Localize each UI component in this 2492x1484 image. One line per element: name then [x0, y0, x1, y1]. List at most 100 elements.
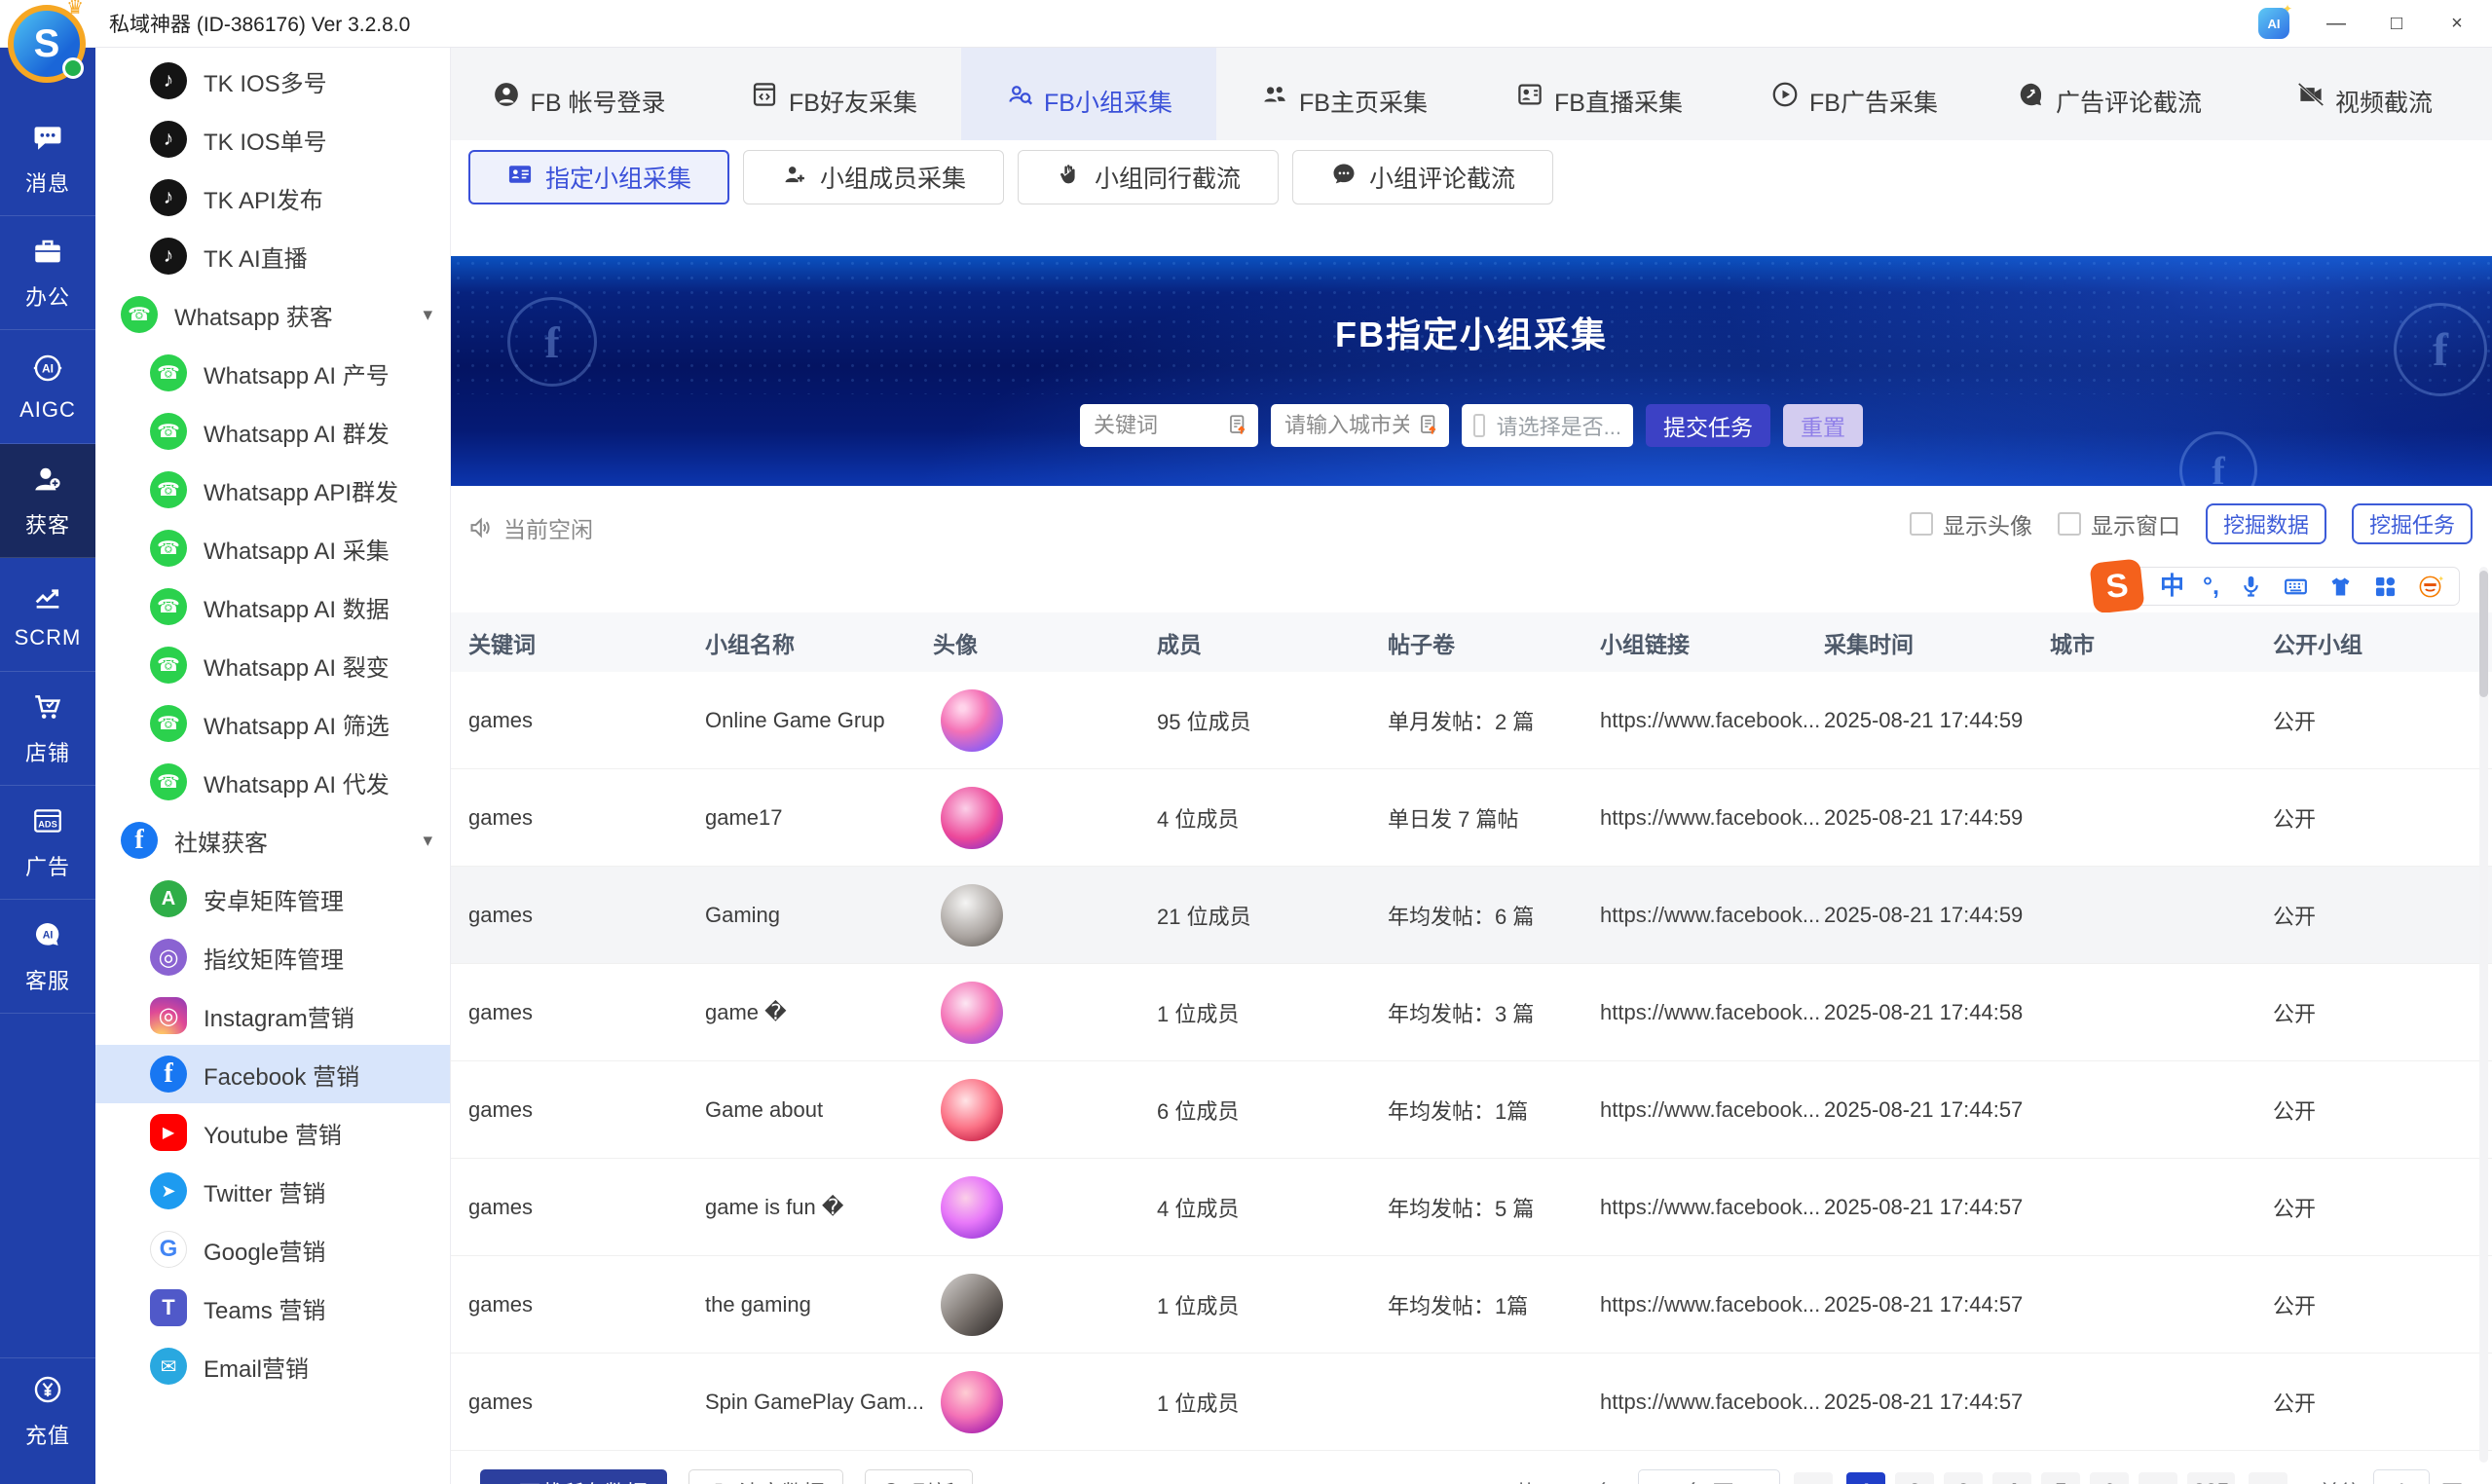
table-row[interactable]: games game is fun � 4 位成员 年均发帖：5 篇 https…	[451, 1159, 2492, 1256]
sidebar-item[interactable]: Whatsapp AI 产号	[95, 344, 450, 402]
cell-group-link[interactable]: https://www.facebook...	[1600, 903, 1824, 928]
keyword-input[interactable]	[1094, 413, 1218, 438]
tab-fb-live-collect[interactable]: FB直播采集	[1471, 48, 1727, 140]
sidebar-item[interactable]: Whatsapp 获客	[95, 285, 450, 344]
table-row[interactable]: games Spin GamePlay Gam... 1 位成员 https:/…	[451, 1354, 2492, 1451]
minimize-button[interactable]: —	[2323, 13, 2350, 35]
vertical-scrollbar[interactable]	[2479, 567, 2488, 1463]
subtab-group-comment-intercept[interactable]: 小组评论截流	[1292, 150, 1553, 204]
rail-item-recharge[interactable]: 充值	[0, 1357, 95, 1465]
microphone-icon[interactable]	[2238, 574, 2264, 600]
keyboard-icon[interactable]	[2283, 574, 2309, 600]
submit-task-button[interactable]: 提交任务	[1646, 404, 1770, 447]
sidebar-item[interactable]: Youtube 营销	[95, 1103, 450, 1162]
show-avatar-checkbox[interactable]: 显示头像	[1910, 507, 2032, 540]
city-keyword-input[interactable]	[1284, 413, 1409, 438]
sogou-ime-logo[interactable]: S	[2089, 558, 2144, 613]
sidebar-item[interactable]: Whatsapp AI 数据	[95, 577, 450, 636]
goto-page-input[interactable]	[2373, 1469, 2430, 1484]
checkbox-icon[interactable]	[1910, 512, 1933, 536]
checkbox-icon[interactable]	[1473, 414, 1485, 437]
scrollbar-thumb[interactable]	[2479, 571, 2488, 697]
tab-video-intercept[interactable]: 视频截流	[2237, 48, 2492, 140]
sidebar-item[interactable]: 指纹矩阵管理	[95, 928, 450, 986]
rail-item-service[interactable]: AI 客服	[0, 900, 95, 1014]
mine-task-button[interactable]: 挖掘任务	[2352, 503, 2473, 544]
sidebar-item[interactable]: TK IOS单号	[95, 110, 450, 168]
rail-item-scrm[interactable]: SCRM	[0, 558, 95, 672]
ai-assistant-icon[interactable]: AI	[2258, 8, 2289, 39]
sidebar-item[interactable]: Facebook 营销	[95, 1045, 450, 1103]
sidebar-item[interactable]: Instagram营销	[95, 986, 450, 1045]
table-row[interactable]: games the gaming 1 位成员 年均发帖：1篇 https://w…	[451, 1256, 2492, 1354]
subtab-designated-group-collect[interactable]: 指定小组采集	[468, 150, 729, 204]
rail-item-office[interactable]: 办公	[0, 216, 95, 330]
table-row[interactable]: games Online Game Grup 95 位成员 单月发帖：2 篇 h…	[451, 672, 2492, 769]
ime-chinese-mode[interactable]: 中	[2160, 575, 2184, 599]
page-size-select[interactable]: 10条/页	[1638, 1469, 1780, 1484]
paste-upload-icon[interactable]	[1225, 413, 1250, 438]
subtab-group-members-collect[interactable]: 小组成员采集	[743, 150, 1004, 204]
tab-fb-ads-collect[interactable]: FB广告采集	[1727, 48, 1982, 140]
page-button[interactable]: 5	[2041, 1472, 2080, 1484]
tab-fb-friends-collect[interactable]: FB好友采集	[706, 48, 961, 140]
page-button[interactable]: 4	[1992, 1472, 2031, 1484]
page-button[interactable]: 825	[2187, 1472, 2235, 1484]
rail-item-acquisition[interactable]: 获客	[0, 444, 95, 558]
reset-button[interactable]: 重置	[1783, 404, 1863, 447]
sidebar-item[interactable]: Teams 营销	[95, 1279, 450, 1337]
cell-group-link[interactable]: https://www.facebook...	[1600, 1390, 1824, 1415]
rail-item-ads[interactable]: ADS 广告	[0, 786, 95, 900]
page-button[interactable]: 2	[1895, 1472, 1934, 1484]
ime-punctuation[interactable]: °,	[2203, 575, 2219, 599]
tab-ad-comment-intercept[interactable]: 广告评论截流	[1982, 48, 2237, 140]
toolbox-grid-icon[interactable]	[2372, 574, 2399, 600]
rail-item-messages[interactable]: 消息	[0, 102, 95, 216]
sidebar-item[interactable]: TK AI直播	[95, 227, 450, 285]
page-button[interactable]: 6	[2090, 1472, 2129, 1484]
show-window-checkbox[interactable]: 显示窗口	[2058, 507, 2180, 540]
table-row[interactable]: games Gaming 21 位成员 年均发帖：6 篇 https://www…	[451, 867, 2492, 964]
subtab-group-peer-intercept[interactable]: 小组同行截流	[1018, 150, 1279, 204]
cell-group-link[interactable]: https://www.facebook...	[1600, 1000, 1824, 1025]
sidebar-item[interactable]: Whatsapp AI 群发	[95, 402, 450, 461]
page-button[interactable]: •••	[2139, 1472, 2177, 1484]
cell-group-link[interactable]: https://www.facebook...	[1600, 1097, 1824, 1123]
rail-item-aigc[interactable]: AI AIGC	[0, 330, 95, 444]
table-row[interactable]: games game � 1 位成员 年均发帖：3 篇 https://www.…	[451, 964, 2492, 1061]
maximize-button[interactable]: □	[2383, 13, 2410, 35]
download-all-button[interactable]: ↓ 下载所有数据	[480, 1469, 667, 1484]
sidebar-item[interactable]: Whatsapp AI 代发	[95, 753, 450, 811]
mine-data-button[interactable]: 挖掘数据	[2206, 503, 2326, 544]
sidebar-item[interactable]: Whatsapp AI 筛选	[95, 694, 450, 753]
page-button[interactable]: 1	[1846, 1472, 1885, 1484]
sidebar-item[interactable]: 安卓矩阵管理	[95, 870, 450, 928]
checkbox-icon[interactable]	[2058, 512, 2081, 536]
cell-group-link[interactable]: https://www.facebook...	[1600, 1195, 1824, 1220]
sidebar-item[interactable]: Whatsapp AI 裂变	[95, 636, 450, 694]
sidebar-item[interactable]: Google营销	[95, 1220, 450, 1279]
next-page-button[interactable]: ›	[2249, 1472, 2287, 1484]
sidebar-item[interactable]: TK API发布	[95, 168, 450, 227]
refresh-button[interactable]: ⟳ 刷新	[865, 1469, 973, 1484]
cell-group-link[interactable]: https://www.facebook...	[1600, 708, 1824, 733]
prev-page-button[interactable]: ‹	[1794, 1472, 1833, 1484]
rail-item-shop[interactable]: 店铺	[0, 672, 95, 786]
close-button[interactable]: ×	[2443, 13, 2471, 35]
tab-fb-groups-collect[interactable]: FB小组采集	[961, 48, 1216, 140]
clear-data-button[interactable]: 清空数据	[688, 1469, 843, 1484]
sidebar-item[interactable]: Email营销	[95, 1337, 450, 1395]
cell-group-link[interactable]: https://www.facebook...	[1600, 805, 1824, 831]
sidebar-item[interactable]: Twitter 营销	[95, 1162, 450, 1220]
page-button[interactable]: 3	[1944, 1472, 1983, 1484]
open-group-filter[interactable]: 请选择是否...	[1462, 404, 1633, 447]
table-row[interactable]: games game17 4 位成员 单日发 7 篇帖 https://www.…	[451, 769, 2492, 867]
skin-shirt-icon[interactable]	[2327, 574, 2354, 600]
tab-fb-pages-collect[interactable]: FB主页采集	[1216, 48, 1471, 140]
emoji-face-icon[interactable]: ✦	[2417, 574, 2443, 600]
sidebar-item[interactable]: TK IOS多号	[95, 52, 450, 110]
sidebar-item[interactable]: Whatsapp API群发	[95, 461, 450, 519]
tab-fb-account-login[interactable]: FB 帐号登录	[451, 48, 706, 140]
cell-group-link[interactable]: https://www.facebook...	[1600, 1292, 1824, 1317]
table-row[interactable]: games Game about 6 位成员 年均发帖：1篇 https://w…	[451, 1061, 2492, 1159]
